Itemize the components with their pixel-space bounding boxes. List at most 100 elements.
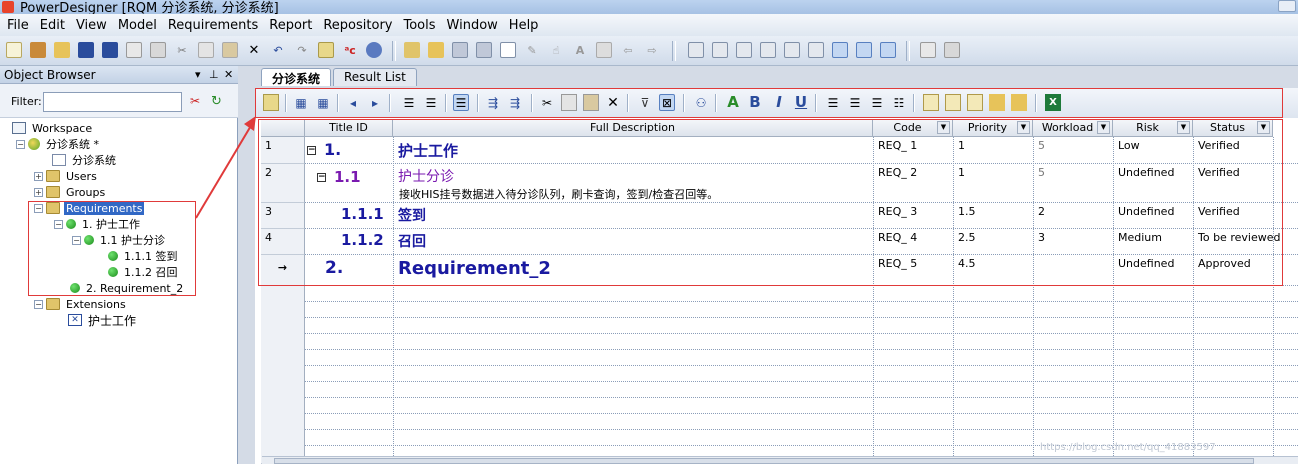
scrollbar-thumb[interactable] bbox=[274, 458, 1254, 464]
window-control-button[interactable] bbox=[1278, 0, 1296, 12]
window-title: PowerDesigner [RQM 分诊系统, 分诊系统] bbox=[20, 1, 279, 14]
view-mode-2-icon[interactable] bbox=[856, 42, 872, 58]
folder-icon bbox=[46, 186, 60, 198]
annotation-box-tree bbox=[28, 201, 196, 296]
document-icon bbox=[52, 154, 66, 166]
menu-help[interactable]: Help bbox=[506, 18, 547, 33]
powerdesigner-logo-icon bbox=[2, 1, 14, 13]
object-browser-title: Object Browser bbox=[4, 68, 96, 82]
grid-line bbox=[305, 365, 1298, 366]
grid-line bbox=[305, 429, 1298, 430]
pencil-icon[interactable]: ✎ bbox=[524, 42, 540, 58]
expand-icon[interactable]: + bbox=[34, 187, 43, 197]
delete-icon[interactable]: ✕ bbox=[246, 42, 262, 58]
folder-icon bbox=[46, 170, 60, 182]
grid-line bbox=[305, 317, 1298, 318]
open-requirement-icon[interactable] bbox=[428, 42, 444, 58]
check-model-icon[interactable] bbox=[366, 42, 382, 58]
filter-input[interactable] bbox=[43, 92, 182, 112]
menu-requirements[interactable]: Requirements bbox=[165, 18, 266, 33]
filter-bar: Filter: ✂ ↻ bbox=[0, 84, 238, 118]
annotation-box-toolbar bbox=[255, 88, 1283, 118]
grid-line bbox=[305, 413, 1298, 414]
link-forward-icon[interactable]: ⇨ bbox=[644, 42, 660, 58]
view-mode-1-icon[interactable] bbox=[832, 42, 848, 58]
main-toolbar: ✂ ✕ ↶ ↷ ᵃc ✎ ☝ A ⇦ ⇨ bbox=[0, 36, 1298, 66]
horizontal-scrollbar[interactable] bbox=[262, 456, 1298, 464]
properties-icon[interactable] bbox=[318, 42, 334, 58]
menu-view[interactable]: View bbox=[73, 18, 115, 33]
workspace-icon bbox=[12, 122, 26, 134]
title-bar: PowerDesigner [RQM 分诊系统, 分诊系统] bbox=[0, 0, 1298, 14]
cut-icon[interactable]: ✂ bbox=[174, 42, 190, 58]
panel-menu-icon[interactable]: ▾ bbox=[195, 68, 201, 81]
model-options-icon[interactable] bbox=[452, 42, 468, 58]
copy-icon[interactable] bbox=[198, 42, 214, 58]
new-model-icon[interactable] bbox=[30, 42, 46, 58]
menu-window[interactable]: Window bbox=[444, 18, 506, 33]
layout-4-icon[interactable] bbox=[760, 42, 776, 58]
grid-line bbox=[305, 397, 1298, 398]
menu-tools[interactable]: Tools bbox=[401, 18, 444, 33]
save-icon[interactable] bbox=[78, 42, 94, 58]
document-tabs: 分诊系统 Result List bbox=[239, 66, 1298, 86]
tab-requirements-document[interactable]: 分诊系统 bbox=[261, 68, 332, 86]
watermark: https://blog.csdn.net/qq_41883597 bbox=[1040, 442, 1216, 453]
layout-2-icon[interactable] bbox=[712, 42, 728, 58]
view-mode-3-icon[interactable] bbox=[880, 42, 896, 58]
collapse-icon[interactable]: − bbox=[16, 139, 25, 149]
layout-5-icon[interactable] bbox=[784, 42, 800, 58]
menu-report[interactable]: Report bbox=[266, 18, 320, 33]
print-small-icon[interactable] bbox=[944, 42, 960, 58]
toolbar-separator bbox=[906, 41, 910, 61]
layout-1-icon[interactable] bbox=[688, 42, 704, 58]
print-icon[interactable] bbox=[150, 42, 166, 58]
object-browser-header: Object Browser ▾ ⊥ ✕ bbox=[0, 66, 238, 84]
grid-line bbox=[305, 381, 1298, 382]
grid-line bbox=[305, 301, 1298, 302]
document-check-icon[interactable] bbox=[500, 42, 516, 58]
clear-filter-icon[interactable]: ✂ bbox=[190, 94, 206, 110]
tree-node-extensions[interactable]: − Extensions bbox=[34, 296, 128, 312]
text-tool-icon[interactable]: A bbox=[572, 42, 588, 58]
pin-icon[interactable]: ⊥ bbox=[209, 68, 219, 81]
spell-check-icon[interactable]: ᵃc bbox=[342, 42, 358, 58]
toolbar-separator bbox=[392, 41, 396, 61]
traceability-doc-icon: ✕ bbox=[68, 314, 82, 326]
menu-bar: File Edit View Model Requirements Report… bbox=[0, 14, 1298, 36]
refresh-filter-icon[interactable]: ↻ bbox=[211, 94, 227, 110]
grid-line bbox=[305, 349, 1298, 350]
folder-icon bbox=[46, 298, 60, 310]
expand-icon[interactable]: + bbox=[34, 171, 43, 181]
tree-node-model[interactable]: − 分诊系统 * bbox=[16, 136, 101, 152]
open-folder-icon[interactable] bbox=[54, 42, 70, 58]
paste-icon[interactable] bbox=[222, 42, 238, 58]
tree-node-traceability-doc[interactable]: ✕ 护士工作 bbox=[68, 312, 138, 328]
undo-icon[interactable]: ↶ bbox=[270, 42, 286, 58]
link-back-icon[interactable]: ⇦ bbox=[620, 42, 636, 58]
tree-node-workspace[interactable]: Workspace bbox=[12, 120, 94, 136]
preview-icon[interactable] bbox=[920, 42, 936, 58]
menu-repository[interactable]: Repository bbox=[320, 18, 400, 33]
tree-node-groups[interactable]: + Groups bbox=[34, 184, 107, 200]
requirement-folder-icon[interactable] bbox=[404, 42, 420, 58]
layout-6-icon[interactable] bbox=[808, 42, 824, 58]
save-all-icon[interactable] bbox=[102, 42, 118, 58]
collapse-icon[interactable]: − bbox=[34, 299, 43, 309]
refresh-view-icon[interactable] bbox=[476, 42, 492, 58]
print-preview-icon[interactable] bbox=[126, 42, 142, 58]
tree-node-users[interactable]: + Users bbox=[34, 168, 99, 184]
close-panel-icon[interactable]: ✕ bbox=[224, 68, 233, 81]
note-icon[interactable] bbox=[596, 42, 612, 58]
filter-label: Filter: bbox=[11, 95, 42, 108]
redo-icon[interactable]: ↷ bbox=[294, 42, 310, 58]
toolbar-separator bbox=[672, 41, 676, 61]
layout-3-icon[interactable] bbox=[736, 42, 752, 58]
new-icon[interactable] bbox=[6, 42, 22, 58]
menu-model[interactable]: Model bbox=[115, 18, 165, 33]
tab-result-list[interactable]: Result List bbox=[333, 68, 417, 86]
menu-file[interactable]: File bbox=[4, 18, 37, 33]
tree-node-document[interactable]: 分诊系统 bbox=[52, 152, 118, 168]
pointer-hand-icon[interactable]: ☝ bbox=[548, 42, 564, 58]
menu-edit[interactable]: Edit bbox=[37, 18, 73, 33]
